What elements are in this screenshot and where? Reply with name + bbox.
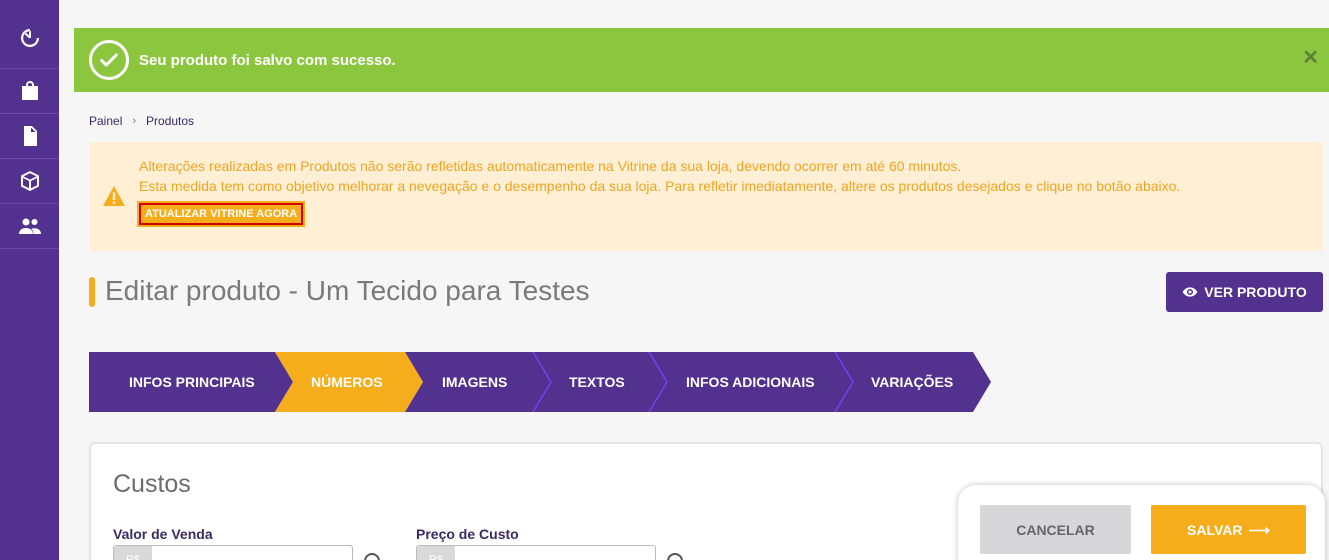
- tab-variacoes[interactable]: VARIAÇÕES: [871, 374, 953, 390]
- document-icon: [23, 126, 37, 146]
- update-storefront-button[interactable]: ATUALIZAR VITRINE AGORA: [139, 203, 304, 225]
- breadcrumb-item-produtos[interactable]: Produtos: [146, 114, 194, 128]
- users-icon: [18, 218, 41, 234]
- cost-price-input[interactable]: R$: [416, 545, 656, 560]
- save-button[interactable]: SALVAR ⟶: [1151, 505, 1306, 554]
- sidebar-item-orders[interactable]: [0, 114, 59, 159]
- cancel-button[interactable]: CANCELAR: [980, 505, 1131, 554]
- sidebar: [0, 0, 59, 560]
- title-accent-bar: [89, 277, 95, 307]
- warning-icon: [103, 186, 125, 206]
- shopping-bag-icon: [21, 81, 38, 100]
- check-circle-icon: [89, 40, 129, 80]
- box-icon: [20, 171, 39, 191]
- sidebar-item-inventory[interactable]: [0, 159, 59, 204]
- warning-banner: Alterações realizadas em Produtos não se…: [89, 142, 1323, 251]
- currency-addon: R$: [114, 546, 152, 560]
- tab-infos-adicionais[interactable]: INFOS ADICIONAIS: [686, 374, 815, 390]
- save-label: SALVAR: [1187, 521, 1243, 538]
- cost-price-label: Preço de Custo: [416, 526, 519, 542]
- tab-infos-principais[interactable]: INFOS PRINCIPAIS: [129, 374, 255, 390]
- step-tabs: INFOS PRINCIPAIS NÚMEROS IMAGENS TEXTOS …: [89, 352, 991, 412]
- sidebar-item-timer[interactable]: [0, 0, 59, 69]
- view-product-button[interactable]: VER PRODUTO: [1166, 272, 1323, 312]
- breadcrumb-separator-icon: ›: [132, 115, 137, 127]
- close-icon[interactable]: ✕: [1302, 48, 1319, 68]
- tab-imagens[interactable]: IMAGENS: [442, 374, 507, 390]
- success-toast: Seu produto foi salvo com sucesso. ✕: [74, 28, 1329, 92]
- toast-message: Seu produto foi salvo com sucesso.: [139, 51, 396, 69]
- breadcrumb-item-painel[interactable]: Painel: [89, 114, 122, 128]
- currency-addon: R$: [417, 546, 455, 560]
- sale-price-input[interactable]: R$: [113, 545, 353, 560]
- eye-icon: [1182, 287, 1198, 297]
- tab-textos[interactable]: TEXTOS: [569, 374, 625, 390]
- view-product-label: VER PRODUTO: [1204, 284, 1307, 300]
- warning-text-line2: Esta medida tem como objetivo melhorar a…: [139, 178, 1181, 194]
- breadcrumb: Painel › Produtos: [89, 114, 194, 128]
- sidebar-item-customers[interactable]: [0, 204, 59, 249]
- page-title: Editar produto - Um Tecido para Testes: [105, 275, 590, 306]
- help-icon[interactable]: [364, 553, 380, 560]
- costs-title: Custos: [113, 470, 191, 498]
- action-panel: CANCELAR SALVAR ⟶: [958, 485, 1325, 560]
- sale-price-label: Valor de Venda: [113, 526, 213, 542]
- help-icon[interactable]: [667, 553, 683, 560]
- arrow-right-icon: ⟶: [1248, 521, 1270, 539]
- sidebar-item-products[interactable]: [0, 69, 59, 114]
- warning-text-line1: Alterações realizadas em Produtos não se…: [139, 158, 962, 174]
- tab-numeros[interactable]: NÚMEROS: [311, 374, 383, 390]
- timer-icon: [20, 29, 39, 47]
